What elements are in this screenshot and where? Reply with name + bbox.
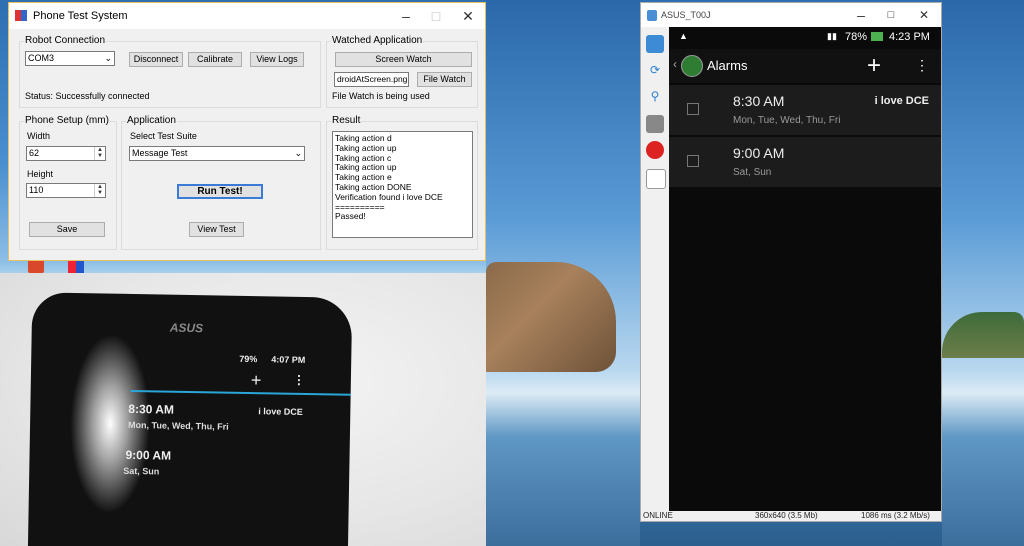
maximize-button[interactable]: □ [421,6,451,26]
back-icon[interactable]: ‹ [673,57,677,71]
desktop-shortcut-icon[interactable] [28,259,44,273]
phone-setup-label: Phone Setup (mm) [24,115,110,126]
device-status-bar: ▲ ▮▮ 78% 4:23 PM [669,27,941,49]
emulator-minimize-button[interactable]: – [846,5,876,25]
desktop-wallpaper-right [942,0,1024,546]
cam-menu-icon: ⋮ [292,372,306,387]
height-label: Height [27,169,54,179]
alarm-days: Sat, Sun [733,167,772,178]
phone-icon[interactable] [646,35,664,53]
document-icon[interactable] [646,169,666,189]
result-log[interactable]: Taking action d Taking action up Taking … [332,131,473,238]
watched-application-label: Watched Application [331,35,424,46]
cam-alarm2-days: Sat, Sun [123,465,160,477]
run-test-button[interactable]: Run Test! [177,184,263,199]
emulator-maximize-button[interactable]: □ [876,5,906,25]
disconnect-button[interactable]: Disconnect [129,52,183,67]
device-screen[interactable]: ▲ ▮▮ 78% 4:23 PM ‹ Alarms + ⋮ 8:30 AM Mo… [669,27,941,511]
view-test-button[interactable]: View Test [189,222,244,237]
chevron-down-icon: ⌄ [294,148,302,158]
android-icon: ▲ [679,31,688,41]
close-button[interactable]: ✕ [453,6,483,26]
alarm-checkbox[interactable] [687,103,699,115]
signal-icon: ▮▮ [827,31,837,41]
emulator-close-button[interactable]: ✕ [909,5,939,25]
window-title: Phone Test System [33,10,128,22]
cam-alarm1-days: Mon, Tue, Wed, Thu, Fri [127,419,229,432]
connection-status: Status: Successfully connected [25,91,150,101]
camera-feed: ASUS 79% 4:07 PM + ⋮ 8:30 AM i love DCE … [0,273,486,546]
view-logs-button[interactable]: View Logs [250,52,304,67]
battery-icon [871,32,883,41]
latency-info: 1086 ms (3.2 Mb/s) [861,511,930,520]
emulator-toolbar: ⟳ ⚲ [641,27,669,511]
alarms-title: Alarms [707,58,748,73]
alarm-time: 9:00 AM [733,145,785,161]
phone-brand-logo: ASUS [169,320,204,336]
alarm-item[interactable]: 9:00 AM Sat, Sun [669,137,941,187]
connection-status: ONLINE [643,511,673,520]
add-alarm-icon[interactable]: + [867,52,881,80]
log-line: Passed! [335,211,366,222]
save-button[interactable]: Save [29,222,105,237]
emulator-app-icon [647,10,657,21]
chevron-down-icon: ⌄ [104,53,112,63]
minimize-button[interactable]: – [391,6,421,26]
height-value: 110 [29,185,44,195]
calibrate-button[interactable]: Calibrate [188,52,242,67]
application-label: Application [126,115,177,126]
emulator-title: ASUS_T00J [661,10,711,20]
device-clock: 4:23 PM [889,31,930,43]
width-stepper[interactable]: 62 ▲ ▼ [26,146,106,161]
height-stepper[interactable]: 110 ▲ ▼ [26,183,106,198]
emulator-title-bar: ASUS_T00J – □ ✕ [641,3,941,27]
overflow-menu-icon[interactable]: ⋮ [915,57,929,74]
select-test-suite-label: Select Test Suite [130,131,197,141]
title-bar: Phone Test System – □ ✕ [9,3,485,29]
device-battery: 78% [845,31,868,43]
spin-arrows-icon[interactable]: ▲ ▼ [94,184,105,197]
screen-watch-button[interactable]: Screen Watch [335,52,472,67]
resolution-info: 360x640 (3.5 Mb) [755,511,818,520]
test-suite-value: Message Test [132,148,188,158]
zoom-icon[interactable]: ⚲ [646,87,664,105]
cam-alarm2-time: 9:00 AM [125,447,172,463]
alarm-days: Mon, Tue, Wed, Thu, Fri [733,115,841,126]
wallpaper-rock [486,262,616,372]
clock-icon [681,55,703,77]
robot-connection-label: Robot Connection [24,35,107,46]
camera-icon[interactable] [646,115,664,133]
cam-add-icon: + [250,370,262,391]
watch-file-field[interactable]: droidAtScreen.png [334,72,409,87]
spin-arrows-icon[interactable]: ▲ ▼ [94,147,105,160]
app-icon [15,10,27,21]
width-value: 62 [29,148,40,158]
phone-test-system-window: Phone Test System – □ ✕ Robot Connection… [8,2,486,261]
record-icon[interactable] [646,141,664,159]
cam-alarm1-label: i love DCE [258,406,303,417]
cam-clock: 4:07 PM [271,354,306,366]
width-label: Width [27,131,51,141]
physical-phone: ASUS 79% 4:07 PM + ⋮ 8:30 AM i love DCE … [27,292,353,546]
cam-accent-line [130,389,351,396]
alarm-label: i love DCE [874,95,929,107]
cam-alarm1-time: 8:30 AM [128,401,175,417]
desktop-shortcut-icon[interactable] [68,259,84,273]
refresh-icon[interactable]: ⟳ [646,61,664,79]
emulator-window: ASUS_T00J – □ ✕ ⟳ ⚲ ▲ ▮▮ 78% 4:23 PM ‹ A… [640,2,942,522]
alarm-item[interactable]: 8:30 AM Mon, Tue, Wed, Thu, Fri i love D… [669,85,941,135]
file-watch-button[interactable]: File Watch [417,72,472,87]
port-select[interactable]: COM3 ⌄ [25,51,115,66]
alarms-action-bar: ‹ Alarms + ⋮ [669,49,941,83]
result-label: Result [331,115,362,126]
file-watch-status: File Watch is being used [332,91,430,101]
alarm-time: 8:30 AM [733,93,785,109]
test-suite-select[interactable]: Message Test ⌄ [129,146,305,161]
cam-battery: 79% [239,353,258,365]
emulator-status-bar: ONLINE 360x640 (3.5 Mb) 1086 ms (3.2 Mb/… [641,510,941,522]
alarm-checkbox[interactable] [687,155,699,167]
port-value: COM3 [28,53,55,63]
